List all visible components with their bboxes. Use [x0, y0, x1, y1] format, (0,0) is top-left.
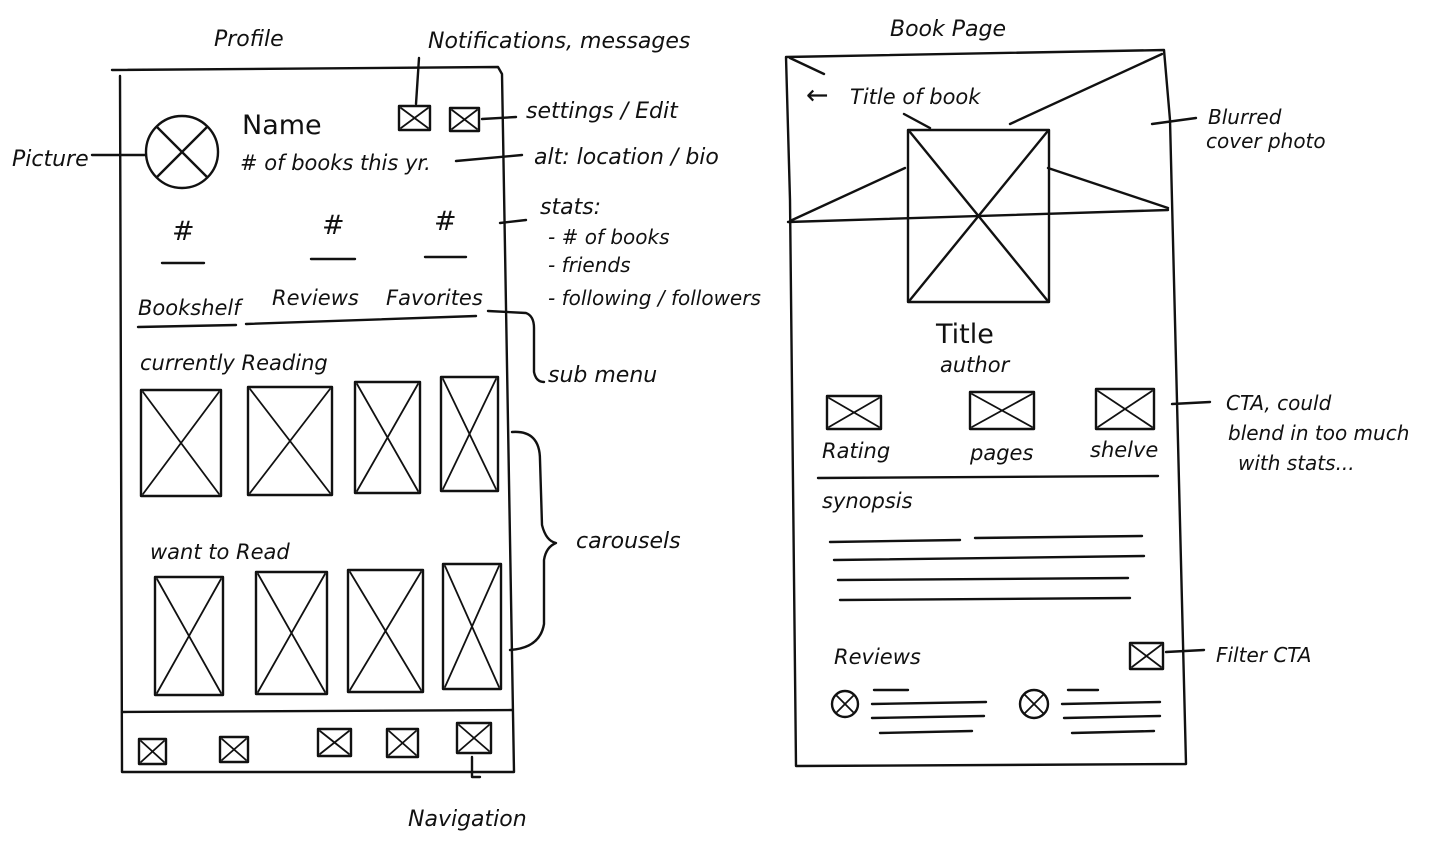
annotation-stat-friends: - friends — [548, 253, 631, 277]
annotation-cta-line1: CTA, could — [1226, 391, 1332, 415]
nav-icon[interactable] — [455, 721, 493, 755]
filter-button[interactable] — [1128, 641, 1165, 671]
reviewer-avatar — [830, 689, 860, 719]
profile-books-this-year: # of books this yr. — [240, 151, 431, 175]
profile-wireframe: Profile Name # of books this yr. # # # B… — [12, 27, 761, 832]
carousel-currently-reading[interactable] — [139, 375, 500, 498]
profile-name: Name — [242, 110, 322, 141]
book-title: Title — [935, 319, 994, 350]
profile-heading: Profile — [214, 27, 284, 52]
book-cover-placeholder[interactable] — [153, 575, 225, 697]
settings-icon[interactable] — [448, 106, 481, 133]
annotation-alt-location-bio: alt: location / bio — [534, 145, 719, 170]
nav-icon[interactable] — [137, 737, 168, 766]
pages-button[interactable] — [968, 390, 1036, 431]
synopsis-text-lines — [828, 534, 1146, 602]
nav-icon[interactable] — [385, 727, 420, 759]
shelve-label: shelve — [1090, 438, 1158, 462]
book-cover-placeholder[interactable] — [441, 562, 503, 691]
book-cover-placeholder — [906, 128, 1051, 304]
tab-bookshelf[interactable]: Bookshelf — [138, 296, 244, 320]
bottom-navigation[interactable] — [137, 721, 493, 766]
nav-icon[interactable] — [316, 727, 353, 758]
book-author: author — [940, 353, 1011, 377]
annotation-cta-line3: with stats... — [1238, 451, 1355, 475]
annotation-stat-books: - # of books — [548, 225, 670, 249]
shelve-button[interactable] — [1094, 387, 1156, 431]
rating-label: Rating — [822, 439, 890, 463]
synopsis-heading: synopsis — [822, 489, 913, 513]
stat-number-friends: # — [322, 210, 345, 241]
review-item — [1018, 688, 1162, 735]
section-currently-reading: currently Reading — [140, 351, 328, 375]
notifications-icon[interactable] — [397, 104, 432, 132]
nav-icon[interactable] — [218, 735, 250, 764]
annotation-notifications: Notifications, messages — [428, 29, 690, 54]
annotation-blurred-line2: cover photo — [1206, 129, 1326, 153]
annotation-navigation: Navigation — [408, 807, 527, 832]
profile-picture-placeholder — [144, 114, 220, 190]
book-cover-placeholder[interactable] — [346, 568, 425, 694]
book-cover-placeholder[interactable] — [246, 385, 334, 497]
annotation-filter-cta: Filter CTA — [1216, 643, 1311, 667]
carousel-want-to-read[interactable] — [153, 562, 503, 697]
reviews-heading: Reviews — [834, 645, 921, 669]
book-cover-placeholder[interactable] — [139, 388, 223, 498]
book-cover-placeholder[interactable] — [353, 380, 422, 495]
annotation-picture: Picture — [12, 147, 89, 172]
reviewer-avatar — [1018, 688, 1050, 720]
section-want-to-read: want to Read — [150, 540, 290, 564]
stat-number-books: # — [172, 216, 195, 247]
annotation-stats-title: stats: — [540, 195, 601, 220]
annotation-sub-menu: sub menu — [548, 363, 657, 388]
stat-number-following: # — [434, 206, 457, 237]
rating-button[interactable] — [825, 394, 883, 431]
tab-favorites[interactable]: Favorites — [386, 286, 483, 310]
annotation-cta-line2: blend in too much — [1228, 421, 1409, 445]
back-arrow-icon[interactable]: ← — [806, 80, 829, 111]
title-of-book: Title of book — [850, 85, 981, 109]
annotation-settings: settings / Edit — [526, 99, 679, 124]
book-page-wireframe: Book Page ← Title of book Title author R… — [784, 17, 1409, 768]
wireframe-sketch: Profile Name # of books this yr. # # # B… — [12, 17, 1409, 832]
book-page-heading: Book Page — [890, 17, 1006, 42]
tab-reviews[interactable]: Reviews — [272, 286, 359, 310]
annotation-blurred-line1: Blurred — [1208, 105, 1282, 129]
book-cover-placeholder[interactable] — [254, 570, 329, 696]
annotation-carousels: carousels — [576, 529, 681, 554]
pages-label: pages — [969, 441, 1033, 465]
book-cover-placeholder[interactable] — [439, 375, 500, 493]
review-item — [830, 688, 988, 735]
annotation-stat-following: - following / followers — [548, 286, 761, 310]
